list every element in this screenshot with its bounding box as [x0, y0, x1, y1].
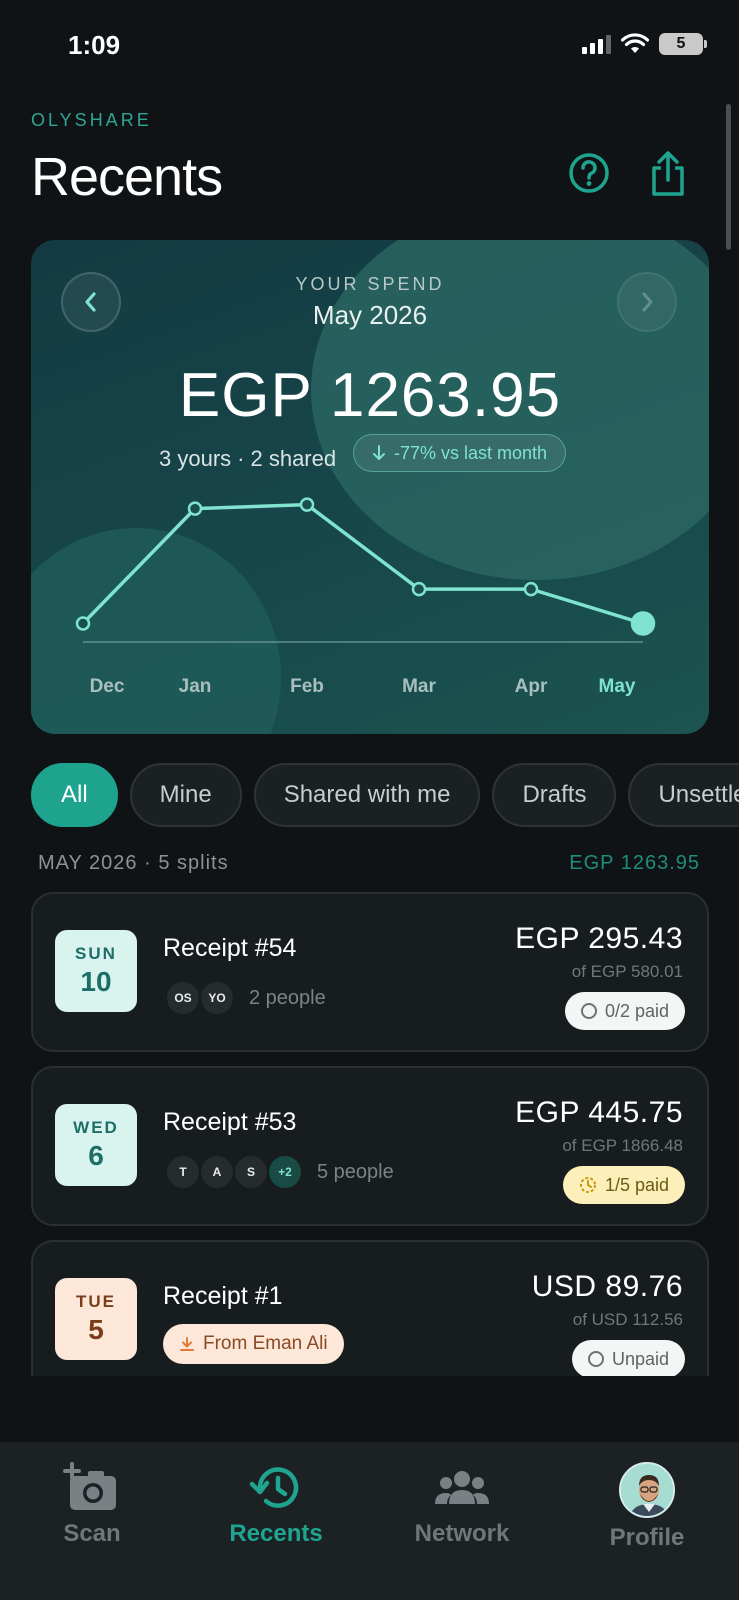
chart-point-may[interactable] [630, 611, 656, 636]
receipt-title: Receipt #54 [163, 934, 297, 962]
received-from-badge: From Eman Ali [163, 1324, 344, 1364]
tab-label: Profile [609, 1524, 685, 1551]
date-weekday: TUE [76, 1292, 116, 1311]
filter-chips: All Mine Shared with me Drafts Unsettled [31, 763, 739, 827]
chart-point-dec[interactable] [75, 616, 91, 631]
tab-label: Scan [63, 1520, 121, 1547]
avatar: A [199, 1154, 235, 1190]
page-title: Recents [31, 147, 223, 207]
wifi-icon [621, 33, 649, 53]
filter-chip-drafts[interactable]: Drafts [492, 763, 617, 827]
share-icon [652, 151, 684, 196]
clock-icon [579, 1177, 596, 1193]
spend-chart [75, 497, 656, 643]
separator-dot: · [144, 852, 159, 874]
receipt-card[interactable]: WED 6 Receipt #53 T A S +2 5 people EGP … [31, 1066, 709, 1226]
date-weekday: WED [73, 1118, 119, 1137]
tab-recents[interactable]: Recents [196, 1462, 356, 1548]
download-icon [180, 1337, 194, 1351]
status-icons: 5 [582, 33, 707, 55]
circle-icon [587, 1351, 604, 1367]
tab-bar: Scan Recents Network Profile [0, 1442, 739, 1600]
status-bar: 1:09 5 [0, 0, 739, 96]
receipt-card[interactable]: TUE 5 Receipt #1 From Eman Ali USD 89.76… [31, 1240, 709, 1376]
avatar: S [233, 1154, 269, 1190]
tab-network[interactable]: Network [382, 1462, 542, 1548]
chart-point-mar[interactable] [411, 581, 427, 597]
paid-status-text: 0/2 paid [604, 1000, 669, 1021]
paid-status-text: 1/5 paid [604, 1174, 669, 1195]
x-tick-label-apr: Apr [514, 676, 548, 697]
avatar: OS [165, 980, 201, 1016]
date-day: 5 [88, 1314, 104, 1345]
receipt-total: of EGP 1866.48 [562, 1136, 683, 1155]
receipt-card[interactable]: SUN 10 Receipt #54 OS YO 2 people EGP 29… [31, 892, 709, 1052]
paid-status-text: Unpaid [611, 1348, 669, 1369]
circle-icon [580, 1003, 597, 1019]
tab-label: Network [414, 1520, 510, 1547]
receipt-amount: EGP 445.75 [515, 1096, 683, 1129]
receipt-total: of EGP 580.01 [571, 962, 683, 981]
date-box: SUN 10 [55, 930, 137, 1012]
filter-chip-all[interactable]: All [31, 763, 118, 827]
receipt-amount: USD 89.76 [531, 1270, 683, 1303]
filter-chip-mine[interactable]: Mine [129, 763, 242, 827]
receipt-title: Receipt #1 [163, 1282, 283, 1310]
signal-icon [582, 34, 611, 54]
tab-label: Recents [229, 1520, 323, 1547]
chart-point-jan[interactable] [187, 501, 203, 516]
chart-point-apr[interactable] [523, 581, 539, 597]
participants: OS YO 2 people [165, 980, 326, 1016]
date-box: WED 6 [55, 1104, 137, 1186]
filter-chip-shared[interactable]: Shared with me [253, 763, 481, 827]
participants: T A S +2 5 people [165, 1154, 394, 1190]
spend-series-line [81, 502, 644, 626]
help-button[interactable] [567, 150, 611, 196]
share-button[interactable] [648, 150, 692, 196]
paid-status-badge: 1/5 paid [562, 1166, 685, 1204]
date-weekday: SUN [75, 944, 117, 963]
person-avatar-icon [621, 1464, 673, 1516]
date-box: TUE 5 [55, 1278, 137, 1360]
section-total: EGP 1263.95 [569, 852, 700, 874]
paid-status-badge: Unpaid [571, 1340, 685, 1376]
brand-label: OLYSHARE [31, 110, 152, 130]
avatar-more: +2 [267, 1154, 303, 1190]
avatar [619, 1462, 675, 1518]
x-tick-label-feb: Feb [290, 676, 324, 697]
x-tick-label-may: May [598, 676, 636, 697]
avatar: YO [199, 980, 235, 1016]
battery-indicator: 5 [659, 33, 707, 55]
section-header: MAY 2026 · 5 splits EGP 1263.95 [38, 852, 700, 875]
receipt-list: SUN 10 Receipt #54 OS YO 2 people EGP 29… [31, 892, 709, 1376]
status-time: 1:09 [68, 30, 121, 60]
tab-scan[interactable]: Scan [12, 1462, 172, 1548]
date-day: 6 [88, 1140, 104, 1171]
people-count: 2 people [249, 986, 326, 1009]
spend-card: YOUR SPEND May 2026 EGP 1263.95 3 yours ·… [31, 240, 709, 734]
filter-chip-unsettled[interactable]: Unsettled [628, 763, 739, 827]
section-count: 5 splits [158, 852, 229, 874]
camera-plus-icon [63, 1462, 116, 1510]
people-icon [435, 1471, 489, 1504]
receipt-amount: EGP 295.43 [515, 922, 683, 955]
help-icon [569, 153, 609, 193]
paid-status-badge: 0/2 paid [564, 992, 685, 1030]
x-tick-label-dec: Dec [89, 676, 125, 697]
history-icon [249, 1467, 299, 1508]
receipt-total: of USD 112.56 [572, 1310, 683, 1329]
people-count: 5 people [317, 1160, 394, 1183]
date-day: 10 [80, 966, 112, 997]
x-tick-label-jan: Jan [178, 676, 212, 697]
tab-profile[interactable]: Profile [567, 1462, 727, 1552]
section-label: MAY 2026 [38, 852, 138, 874]
avatar: T [165, 1154, 201, 1190]
received-from-text: From Eman Ali [203, 1333, 328, 1354]
scrollbar[interactable] [726, 104, 731, 250]
x-tick-label-mar: Mar [402, 676, 436, 697]
receipt-title: Receipt #53 [163, 1108, 297, 1136]
chart-point-feb[interactable] [299, 497, 315, 512]
